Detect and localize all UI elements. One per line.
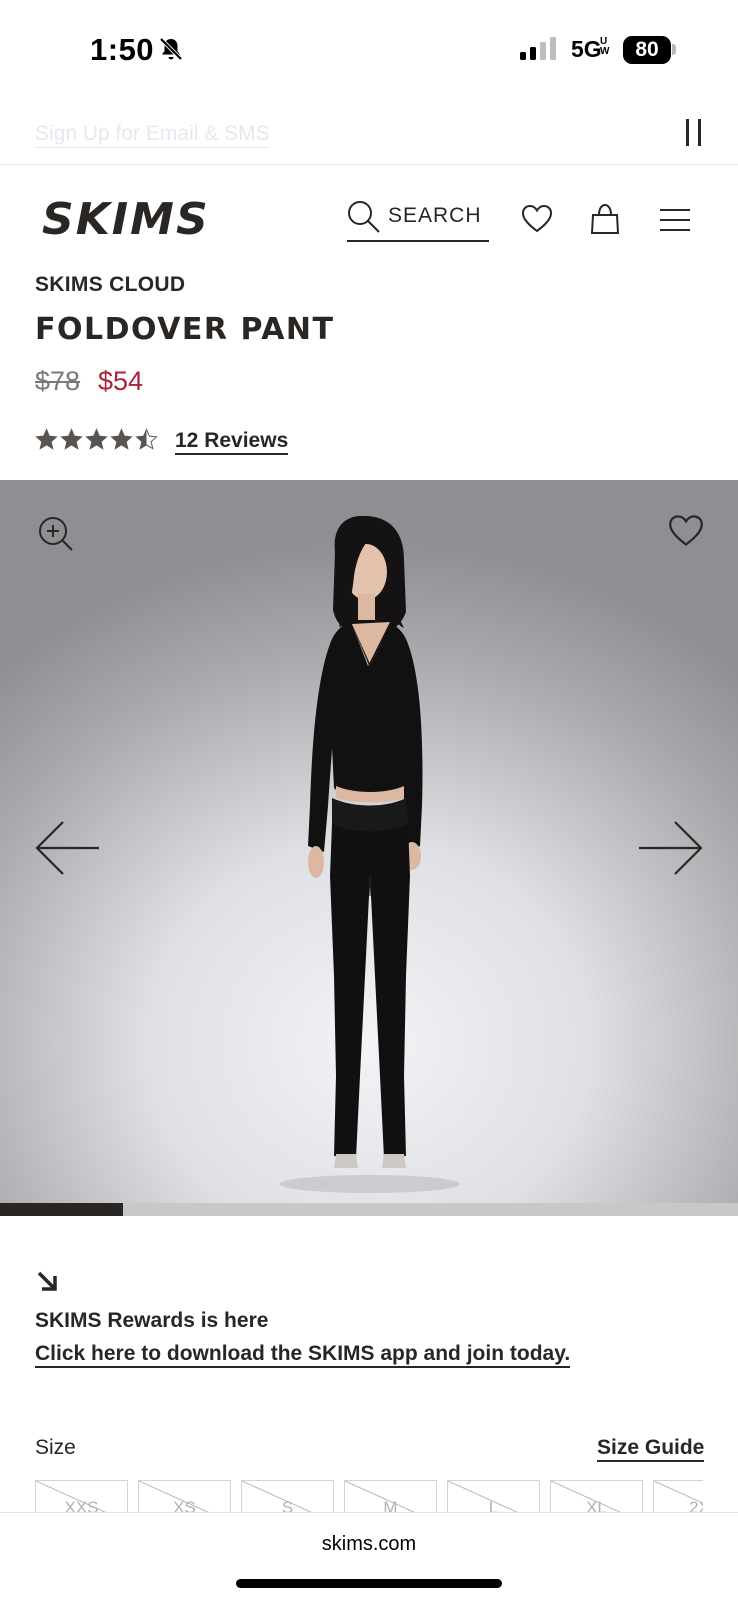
battery-indicator: 80 <box>623 36 671 64</box>
battery-cap-icon <box>672 44 676 55</box>
bell-muted-icon <box>158 36 184 67</box>
skims-logo[interactable]: SKIMS <box>42 194 212 245</box>
signup-link[interactable]: Sign Up for Email & SMS <box>35 121 270 148</box>
network-sup: UW <box>600 36 610 57</box>
rewards-title: SKIMS Rewards is here <box>35 1309 269 1332</box>
product-image-gallery[interactable] <box>0 480 738 1203</box>
size-label: Size <box>35 1436 76 1459</box>
size-guide-link[interactable]: Size Guide <box>597 1436 705 1462</box>
cellular-signal-icon <box>520 37 558 66</box>
original-price: $78 <box>35 366 81 396</box>
pause-icon <box>686 119 689 146</box>
shopping-bag-icon[interactable] <box>590 203 620 240</box>
star-icon <box>35 428 58 450</box>
size-option-s[interactable]: S <box>241 1480 334 1512</box>
next-image-arrow-icon[interactable] <box>637 820 703 881</box>
add-to-wishlist-icon[interactable] <box>668 514 704 553</box>
signup-banner: Sign Up for Email & SMS <box>0 105 738 165</box>
size-option-l[interactable]: L <box>447 1480 540 1512</box>
pause-button[interactable] <box>684 119 704 147</box>
reviews-link[interactable]: 12 Reviews <box>175 429 289 455</box>
star-icon <box>135 428 158 450</box>
rewards-download-link[interactable]: Click here to download the SKIMS app and… <box>35 1341 571 1368</box>
home-indicator[interactable] <box>236 1579 502 1588</box>
size-option-2x[interactable]: 2X <box>653 1480 703 1512</box>
sale-price: $54 <box>98 366 144 396</box>
star-icon <box>110 428 133 450</box>
network-type: 5G <box>571 36 602 62</box>
gallery-progress-bar <box>0 1203 738 1216</box>
search-button[interactable]: SEARCH <box>347 198 489 242</box>
pause-icon-bar <box>698 119 701 146</box>
browser-address-bar[interactable]: skims.com <box>0 1512 738 1600</box>
star-icon <box>60 428 83 450</box>
search-icon <box>347 200 381 239</box>
size-option-xxs[interactable]: XXS <box>35 1480 128 1512</box>
wishlist-icon[interactable] <box>521 204 553 239</box>
size-option-xs[interactable]: XS <box>138 1480 231 1512</box>
star-rating <box>35 428 158 451</box>
status-bar: 1:50 5G UW 80 <box>0 0 738 100</box>
arrow-down-right-icon <box>36 1270 58 1297</box>
menu-icon[interactable] <box>659 208 691 237</box>
search-label: SEARCH <box>388 204 482 227</box>
size-option-m[interactable]: M <box>344 1480 437 1512</box>
star-icon <box>85 428 108 450</box>
product-title: FOLDOVER PANT <box>35 312 335 347</box>
gallery-progress-fill <box>0 1203 124 1216</box>
status-time: 1:50 <box>90 32 155 67</box>
previous-image-arrow-icon[interactable] <box>35 820 101 881</box>
logo-text: SKIMS <box>42 196 210 240</box>
zoom-in-icon[interactable] <box>38 516 74 557</box>
size-option-xl[interactable]: XL <box>550 1480 643 1512</box>
url-text: skims.com <box>321 1533 417 1555</box>
product-model-photo <box>270 515 470 1201</box>
size-options: XXS XS SML XL 2X <box>35 1480 703 1512</box>
product-collection: SKIMS CLOUD <box>35 273 186 296</box>
